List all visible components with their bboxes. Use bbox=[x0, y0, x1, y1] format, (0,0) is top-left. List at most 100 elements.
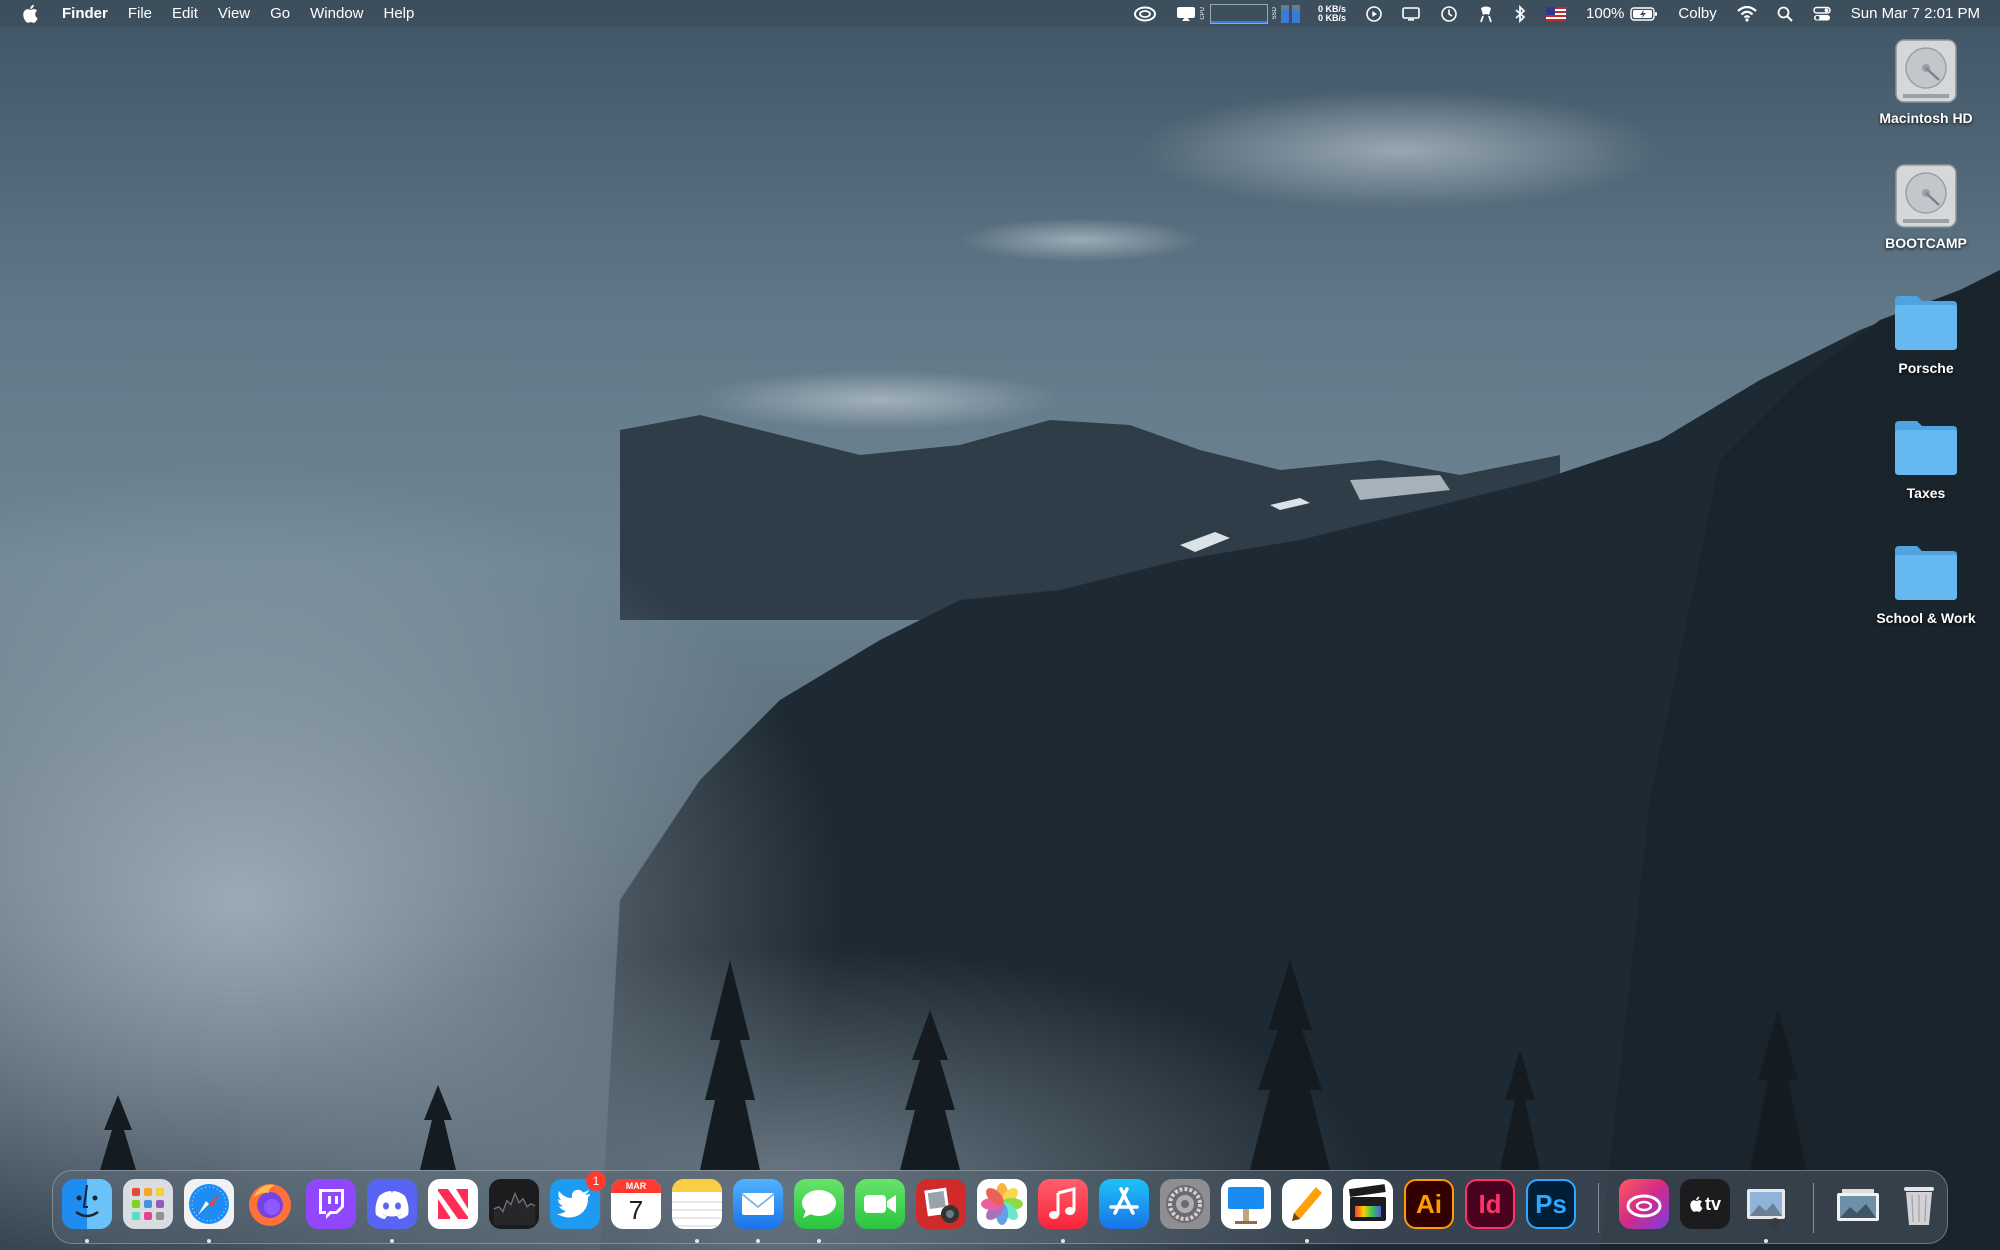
dock-app-photos[interactable] bbox=[977, 1179, 1027, 1229]
photoshop-icon: Ps bbox=[1526, 1179, 1576, 1229]
time-machine-icon[interactable] bbox=[1440, 0, 1458, 27]
script-menu-icon[interactable] bbox=[1478, 0, 1494, 27]
music-note-icon bbox=[1038, 1179, 1088, 1229]
dock-separator bbox=[1813, 1183, 1814, 1233]
battery-percent[interactable]: 100% bbox=[1586, 5, 1624, 22]
dock-app-mail[interactable] bbox=[733, 1179, 783, 1243]
running-indicator bbox=[1305, 1239, 1309, 1243]
dock-app-trash[interactable] bbox=[1894, 1179, 1944, 1229]
menu-file[interactable]: File bbox=[128, 5, 152, 22]
menu-view[interactable]: View bbox=[218, 5, 250, 22]
disk-meter-icon[interactable] bbox=[1292, 4, 1301, 23]
mail-icon bbox=[733, 1179, 783, 1229]
dock-app-apple-tv[interactable]: tv bbox=[1680, 1179, 1730, 1229]
dock-app-discord[interactable] bbox=[367, 1179, 417, 1243]
battery-icon[interactable] bbox=[1630, 0, 1658, 27]
desktop-icon-label: Porsche bbox=[1898, 360, 1954, 376]
dock-app-twitch[interactable] bbox=[306, 1179, 356, 1229]
input-source-flag-icon[interactable] bbox=[1546, 0, 1567, 27]
indesign-icon: Id bbox=[1465, 1179, 1515, 1229]
dock-separator bbox=[1598, 1183, 1599, 1233]
spotlight-search-icon[interactable] bbox=[1777, 0, 1793, 27]
running-indicator bbox=[1764, 1239, 1768, 1243]
downloads-stack-icon bbox=[1833, 1179, 1883, 1229]
dock-app-keynote[interactable] bbox=[1221, 1179, 1271, 1229]
folder-icon bbox=[1891, 286, 1961, 356]
dock-app-final-cut-pro[interactable] bbox=[1343, 1179, 1393, 1229]
control-center-icon[interactable] bbox=[1813, 0, 1831, 27]
menu-edit[interactable]: Edit bbox=[172, 5, 198, 22]
user-name[interactable]: Colby bbox=[1678, 5, 1716, 22]
desktop-icon-taxes[interactable]: Taxes bbox=[1866, 411, 1986, 501]
dock-app-news[interactable] bbox=[428, 1179, 478, 1229]
dock-app-music[interactable] bbox=[1038, 1179, 1088, 1243]
dock-app-notes[interactable] bbox=[672, 1179, 722, 1243]
menu-bar-clock[interactable]: Sun Mar 7 2:01 PM bbox=[1851, 5, 1980, 22]
news-icon bbox=[428, 1179, 478, 1229]
finder-icon bbox=[62, 1179, 112, 1229]
dock-app-facetime[interactable] bbox=[855, 1179, 905, 1229]
dock-app-downloads-stack[interactable] bbox=[1833, 1179, 1883, 1229]
desktop-icon-bootcamp[interactable]: BOOTCAMP bbox=[1866, 161, 1986, 251]
dock-app-finder[interactable] bbox=[62, 1179, 112, 1243]
cpu-graph-icon[interactable] bbox=[1210, 3, 1269, 24]
menu-help[interactable]: Help bbox=[384, 5, 415, 22]
dock-app-illustrator[interactable]: Ai bbox=[1404, 1179, 1454, 1229]
running-indicator bbox=[695, 1239, 699, 1243]
dock-app-photo-booth[interactable] bbox=[916, 1179, 966, 1229]
ram-meter-icon[interactable] bbox=[1281, 4, 1290, 23]
menu-app-finder[interactable]: Finder bbox=[62, 5, 108, 22]
bluetooth-icon[interactable] bbox=[1514, 0, 1526, 27]
airplay-display-icon[interactable] bbox=[1176, 0, 1196, 27]
dock-app-twitter[interactable]: 1 bbox=[550, 1171, 606, 1229]
play-circle-icon[interactable] bbox=[1366, 0, 1382, 27]
calendar-icon: MAR 7 bbox=[611, 1179, 661, 1229]
indesign-label: Id bbox=[1478, 1188, 1502, 1219]
notification-badge: 1 bbox=[586, 1171, 606, 1191]
twitch-icon bbox=[306, 1179, 356, 1229]
desktop-icon-label: BOOTCAMP bbox=[1885, 235, 1967, 251]
menu-window[interactable]: Window bbox=[310, 5, 363, 22]
net-download-speed: 0 KB/s bbox=[1318, 12, 1347, 23]
cpu-label: CPU bbox=[1200, 7, 1207, 20]
desktop-icon-porsche[interactable]: Porsche bbox=[1866, 286, 1986, 376]
running-indicator bbox=[85, 1239, 89, 1243]
ssd-label: SSD bbox=[1272, 7, 1279, 20]
display-icon[interactable] bbox=[1402, 0, 1420, 27]
apple-tv-label: tv bbox=[1704, 1193, 1721, 1214]
network-speed[interactable]: 0 KB/s 0 KB/s bbox=[1318, 4, 1347, 23]
wifi-icon[interactable] bbox=[1737, 0, 1757, 27]
launchpad-icon bbox=[123, 1179, 173, 1229]
firefox-icon bbox=[245, 1179, 295, 1229]
menu-go[interactable]: Go bbox=[270, 5, 290, 22]
dock-app-system-preferences[interactable] bbox=[1160, 1179, 1210, 1229]
dock-app-messages[interactable] bbox=[794, 1179, 844, 1243]
desktop-icon-school-work[interactable]: School & Work bbox=[1866, 536, 1986, 626]
dock-app-stocks[interactable] bbox=[489, 1179, 539, 1229]
calendar-day: 7 bbox=[628, 1195, 644, 1225]
apple-tv-icon: tv bbox=[1680, 1179, 1730, 1229]
dock-app-app-store[interactable] bbox=[1099, 1179, 1149, 1229]
clapperboard-icon bbox=[1343, 1179, 1393, 1229]
apple-menu-icon[interactable] bbox=[22, 3, 40, 25]
creative-cloud-status-icon[interactable] bbox=[1134, 0, 1157, 27]
hard-drive-icon bbox=[1891, 36, 1961, 106]
desktop-icon-macintosh-hd[interactable]: Macintosh HD bbox=[1866, 36, 1986, 126]
preview-icon bbox=[1741, 1179, 1791, 1229]
trash-icon bbox=[1894, 1179, 1944, 1229]
dock-app-firefox[interactable] bbox=[245, 1179, 295, 1229]
dock-app-indesign[interactable]: Id bbox=[1465, 1179, 1515, 1229]
pages-pen-icon bbox=[1282, 1179, 1332, 1229]
dock-app-preview[interactable] bbox=[1741, 1179, 1791, 1243]
dock-app-pages[interactable] bbox=[1282, 1179, 1332, 1243]
dock-app-creative-cloud[interactable] bbox=[1619, 1179, 1669, 1229]
folder-icon bbox=[1891, 536, 1961, 606]
dock-app-launchpad[interactable] bbox=[123, 1179, 173, 1229]
running-indicator bbox=[1061, 1239, 1065, 1243]
dock-app-calendar[interactable]: MAR 7 bbox=[611, 1179, 661, 1229]
dock-app-photoshop[interactable]: Ps bbox=[1526, 1179, 1576, 1229]
dock-app-safari[interactable] bbox=[184, 1179, 234, 1243]
keynote-podium-icon bbox=[1221, 1179, 1271, 1229]
photos-flower-icon bbox=[977, 1179, 1027, 1229]
safari-compass-icon bbox=[184, 1179, 234, 1229]
